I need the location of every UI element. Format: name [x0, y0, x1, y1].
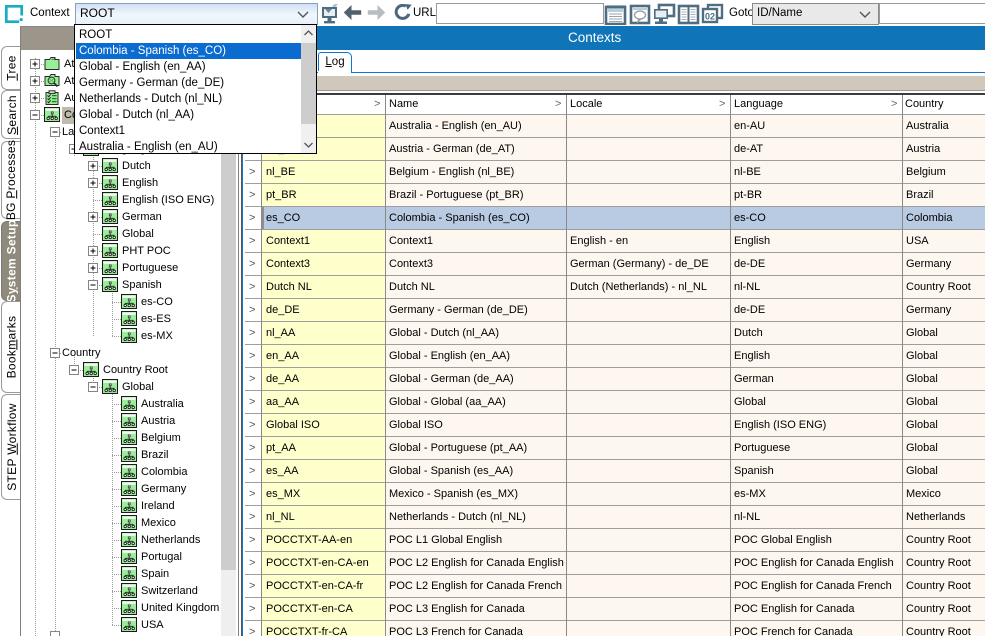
svg-text:02: 02 [705, 12, 715, 22]
